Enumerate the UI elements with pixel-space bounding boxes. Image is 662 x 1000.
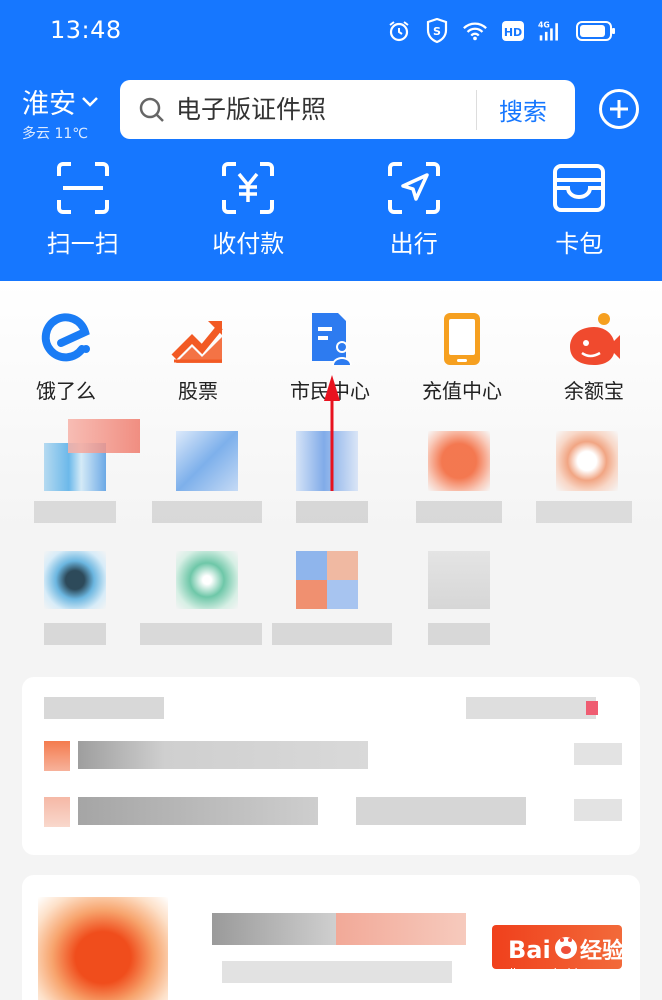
search-bar: 搜索 [120, 80, 575, 139]
alarm-icon [386, 18, 412, 44]
search-button[interactable]: 搜索 [499, 92, 547, 127]
quick-action-scan[interactable]: 扫一扫 [0, 160, 166, 259]
obscured-app[interactable] [176, 551, 238, 609]
obscured-row-icon [44, 797, 70, 827]
yuebao-icon [570, 313, 620, 365]
quick-action-label: 出行 [389, 230, 438, 258]
navigation-icon [387, 162, 440, 214]
main-content: 饿了么 股票 市民中心 充值中心 余额宝 [0, 281, 662, 1000]
quick-action-payment[interactable]: 收付款 [166, 160, 332, 259]
app-label: 充值中心 [422, 379, 502, 403]
scan-icon [56, 162, 109, 214]
obscured-app[interactable] [296, 551, 358, 609]
wifi-icon [462, 18, 488, 44]
annotation-arrow-icon [324, 375, 340, 491]
quick-action-label: 扫一扫 [46, 230, 119, 258]
status-time: 13:48 [50, 16, 122, 44]
app-stock[interactable]: 股票 [132, 311, 264, 404]
obscured-promo-title [212, 913, 336, 945]
obscured-label [536, 501, 632, 523]
obscured-app[interactable] [428, 551, 490, 609]
signal-4g-icon: 4G [538, 18, 564, 44]
payment-icon [222, 162, 275, 214]
recharge-icon [444, 313, 480, 365]
obscured-promo-subtitle [222, 961, 452, 983]
status-bar: 13:48 S HD 4G [0, 0, 662, 64]
obscured-label [416, 501, 502, 523]
card-wallet-icon [553, 164, 606, 212]
obscured-label [428, 623, 490, 645]
notification-card[interactable] [22, 677, 640, 855]
stock-icon [171, 321, 223, 363]
top-header: 13:48 S HD 4G 淮安 多云 11℃ 电子版证件照 搜索 扫一扫 收付… [0, 0, 662, 281]
svg-text:Bai: Bai [508, 936, 551, 964]
obscured-row-time [574, 799, 622, 821]
add-button[interactable] [599, 89, 639, 129]
obscured-row-text [356, 797, 526, 825]
city-selector[interactable]: 淮安 多云 11℃ [22, 82, 100, 143]
quick-action-travel[interactable]: 出行 [331, 160, 497, 259]
baidu-paw-icon: Bai 经验 jingyan.baidu.com [508, 936, 624, 979]
eleme-icon [41, 313, 90, 362]
app-recharge[interactable]: 充值中心 [396, 311, 528, 404]
shield-icon: S [424, 18, 450, 44]
svg-text:经验: 经验 [580, 938, 624, 964]
obscured-row-text [78, 741, 368, 769]
app-label: 余额宝 [564, 379, 624, 403]
obscured-label [44, 623, 106, 645]
battery-icon [576, 18, 616, 44]
obscured-promo-image [38, 897, 168, 1000]
obscured-app[interactable] [176, 431, 238, 491]
svg-text:S: S [433, 25, 441, 38]
watermark: Bai 经验 jingyan.baidu.com [506, 926, 636, 986]
obscured-label [140, 623, 262, 645]
quick-action-label: 收付款 [212, 230, 285, 258]
obscured-app[interactable] [428, 431, 490, 491]
obscured-card-meta [466, 697, 596, 719]
quick-action-card-wallet[interactable]: 卡包 [497, 160, 662, 259]
quick-action-label: 卡包 [555, 230, 604, 258]
chevron-down-icon [82, 96, 98, 107]
hd-icon: HD [500, 18, 526, 44]
search-icon [139, 97, 164, 122]
obscured-card-title [44, 697, 164, 719]
citizen-center-icon [312, 313, 352, 365]
city-name: 淮安 [22, 89, 76, 120]
obscured-app[interactable] [556, 431, 618, 491]
quick-actions: 扫一扫 收付款 出行 卡包 [0, 160, 662, 259]
svg-text:jingyan.baidu.com: jingyan.baidu.com [509, 966, 612, 979]
obscured-row-icon [44, 741, 70, 771]
obscured-label [34, 501, 116, 523]
svg-text:HD: HD [504, 26, 522, 39]
obscured-app[interactable] [44, 551, 106, 609]
obscured-label [152, 501, 262, 523]
obscured-badge [586, 701, 598, 715]
obscured-promo-highlight [336, 913, 466, 945]
app-eleme[interactable]: 饿了么 [0, 311, 132, 404]
obscured-row-text [78, 797, 318, 825]
obscured-label [296, 501, 368, 523]
obscured-row-time [574, 743, 622, 765]
obscured-label [272, 623, 392, 645]
app-label: 饿了么 [36, 379, 96, 403]
search-divider [476, 89, 477, 130]
obscured-app[interactable] [44, 419, 140, 491]
app-yuebao[interactable]: 余额宝 [528, 311, 660, 404]
app-label: 股票 [178, 379, 218, 403]
weather-text: 多云 11℃ [22, 126, 88, 142]
search-input[interactable] [176, 95, 456, 124]
plus-icon [610, 100, 628, 118]
status-icons: S HD 4G [386, 18, 616, 44]
svg-text:4G: 4G [538, 21, 550, 30]
